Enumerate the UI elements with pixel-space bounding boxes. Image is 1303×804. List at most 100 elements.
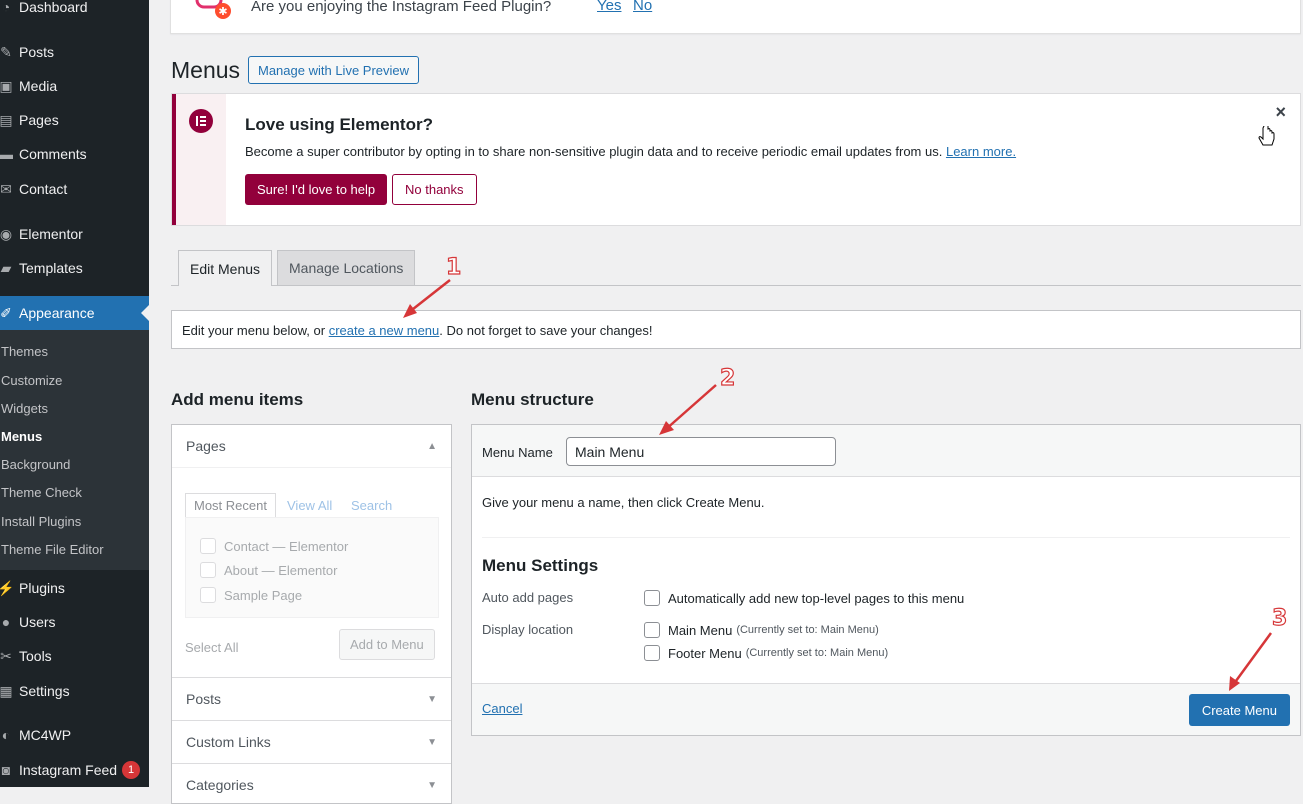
main-menu-checkbox[interactable] (644, 622, 660, 638)
add-menu-items-title: Add menu items (171, 390, 304, 409)
appearance-submenu: Themes Customize Widgets Menus Backgroun… (0, 330, 149, 570)
page-checkbox[interactable] (200, 587, 216, 603)
menu-hint-text: Give your menu a name, then click Create… (482, 495, 765, 510)
tab-edit-menus[interactable]: Edit Menus (178, 250, 273, 286)
folder-icon: ▰ (0, 259, 12, 276)
add-to-menu-button[interactable]: Add to Menu (339, 629, 435, 660)
collapse-arrow-icon: ▲ (427, 440, 437, 452)
plugin-icon: ⚡ (0, 579, 15, 596)
tab-most-recent[interactable]: Most Recent (185, 493, 276, 518)
menu-structure-title: Menu structure (471, 390, 594, 409)
menu-settings-title: Menu Settings (482, 556, 599, 575)
location-footer-menu[interactable]: Footer Menu (Currently set to: Main Menu… (644, 645, 888, 661)
auto-add-checkbox[interactable] (644, 590, 660, 606)
submenu-item-themes[interactable]: Themes (1, 344, 48, 359)
sidebar-item-templates[interactable]: ▰ Templates (0, 251, 149, 285)
list-item[interactable]: About — Elementor (200, 562, 337, 578)
comment-icon: ▬ (0, 146, 13, 162)
sidebar-item-plugins[interactable]: ⚡ Plugins (0, 571, 149, 605)
pages-section-header[interactable]: Pages ▲ (172, 425, 451, 468)
sidebar-item-users[interactable]: ● Users (0, 605, 149, 639)
elementor-notice-title: Love using Elementor? (245, 115, 433, 134)
sidebar-item-instagram-feed[interactable]: ◙ Instagram Feed 1 (0, 753, 149, 787)
sidebar-item-elementor[interactable]: ◉ Elementor (0, 217, 149, 251)
instagram-yes-link[interactable]: Yes (597, 0, 621, 14)
sidebar-item-dashboard[interactable]: ◔ Dashboard (0, 0, 149, 24)
pages-tabs: Most Recent View All Search (185, 493, 439, 518)
menu-name-row: Menu Name (472, 425, 1300, 477)
list-item[interactable]: Contact — Elementor (200, 538, 348, 554)
sidebar-item-tools[interactable]: ✂ Tools (0, 639, 149, 673)
create-menu-button[interactable]: Create Menu (1188, 694, 1290, 726)
elementor-notice-text: Become a super contributor by opting in … (245, 144, 1017, 159)
submenu-item-widgets[interactable]: Widgets (1, 401, 48, 416)
sidebar-item-comments[interactable]: ▬ Comments (0, 137, 149, 171)
wrench-icon: ✂ (0, 647, 12, 664)
create-new-menu-link[interactable]: create a new menu (329, 323, 440, 338)
sidebar-item-posts[interactable]: ✎ Posts (0, 35, 149, 69)
list-item[interactable]: Sample Page (200, 587, 302, 603)
annotation-number-1: 1 (445, 254, 462, 280)
elementor-icon: ◉ (0, 225, 13, 242)
svg-text:✱: ✱ (218, 5, 227, 18)
display-location-label: Display location (482, 622, 574, 637)
sidebar-item-settings[interactable]: ▦ Settings (0, 674, 149, 708)
page-checkbox[interactable] (200, 562, 216, 578)
elementor-no-thanks-button[interactable]: No thanks (392, 174, 477, 205)
hand-cursor-icon (1258, 126, 1275, 146)
submenu-item-customize[interactable]: Customize (1, 373, 62, 388)
cancel-link[interactable]: Cancel (482, 701, 522, 716)
submenu-item-theme-check[interactable]: Theme Check (1, 485, 82, 500)
location-main-menu[interactable]: Main Menu (Currently set to: Main Menu) (644, 622, 879, 638)
elementor-opt-in-button[interactable]: Sure! I'd love to help (245, 174, 388, 205)
sidebar-item-pages[interactable]: ▤ Pages (0, 103, 149, 137)
mail-icon: ✉ (0, 180, 12, 197)
menu-name-label: Menu Name (482, 445, 553, 460)
custom-links-section-header[interactable]: Custom Links ▼ (172, 720, 451, 763)
camera-icon: ◙ (1, 762, 11, 778)
categories-section-header[interactable]: Categories ▼ (172, 763, 451, 803)
instagram-feed-notice: ✱ Are you enjoying the Instagram Feed Pl… (170, 0, 1301, 34)
submenu-item-install-plugins[interactable]: Install Plugins (1, 514, 81, 529)
auto-add-option[interactable]: Automatically add new top-level pages to… (644, 590, 964, 606)
settings-icon: ▦ (0, 682, 13, 699)
sidebar-item-appearance[interactable]: ✐ Appearance (0, 296, 149, 330)
expand-arrow-icon: ▼ (427, 736, 437, 748)
sidebar-item-media[interactable]: ▣ Media (0, 69, 149, 103)
sidebar-item-contact[interactable]: ✉ Contact (0, 172, 149, 206)
page-checkbox[interactable] (200, 538, 216, 554)
update-count-badge: 1 (122, 761, 141, 779)
expand-arrow-icon: ▼ (427, 779, 437, 791)
tab-manage-locations[interactable]: Manage Locations (277, 250, 416, 285)
pages-list: Contact — Elementor About — Elementor Sa… (185, 517, 439, 618)
tab-search[interactable]: Search (351, 498, 392, 513)
users-icon: ● (1, 614, 11, 630)
divider (482, 537, 1290, 538)
footer-menu-checkbox[interactable] (644, 645, 660, 661)
instagram-logo-icon: ✱ (195, 0, 231, 19)
menu-name-input[interactable] (566, 437, 836, 466)
close-icon[interactable]: × (1275, 102, 1286, 123)
submenu-item-theme-file-editor[interactable]: Theme File Editor (1, 542, 104, 557)
admin-sidebar: ◔ Dashboard ✎ Posts ▣ Media ▤ Pages ▬ Co… (0, 0, 149, 787)
sidebar-item-mc4wp[interactable]: ◐ MC4WP (0, 718, 149, 752)
tab-view-all[interactable]: View All (287, 498, 332, 513)
tab-baseline (171, 285, 1301, 286)
submenu-item-menus[interactable]: Menus (1, 429, 42, 444)
posts-section-header[interactable]: Posts ▼ (172, 677, 451, 720)
annotation-number-3: 3 (1271, 605, 1288, 631)
instagram-no-link[interactable]: No (633, 0, 652, 14)
submenu-item-background[interactable]: Background (1, 457, 70, 472)
manage-live-preview-button[interactable]: Manage with Live Preview (248, 56, 420, 84)
instagram-notice-text: Are you enjoying the Instagram Feed Plug… (251, 0, 552, 15)
dashboard-icon: ◔ (1, 0, 11, 15)
page-title: Menus (171, 57, 241, 83)
menu-footer-bar: Cancel Create Menu (472, 683, 1300, 735)
elementor-logo-icon (189, 109, 213, 133)
menu-structure-panel: Menu Name Give your menu a name, then cl… (471, 424, 1301, 736)
select-all-label[interactable]: Select All (185, 640, 238, 655)
brush-icon: ✐ (0, 304, 12, 321)
media-icon: ▣ (0, 77, 13, 94)
learn-more-link[interactable]: Learn more. (946, 144, 1016, 159)
expand-arrow-icon: ▼ (427, 693, 437, 705)
